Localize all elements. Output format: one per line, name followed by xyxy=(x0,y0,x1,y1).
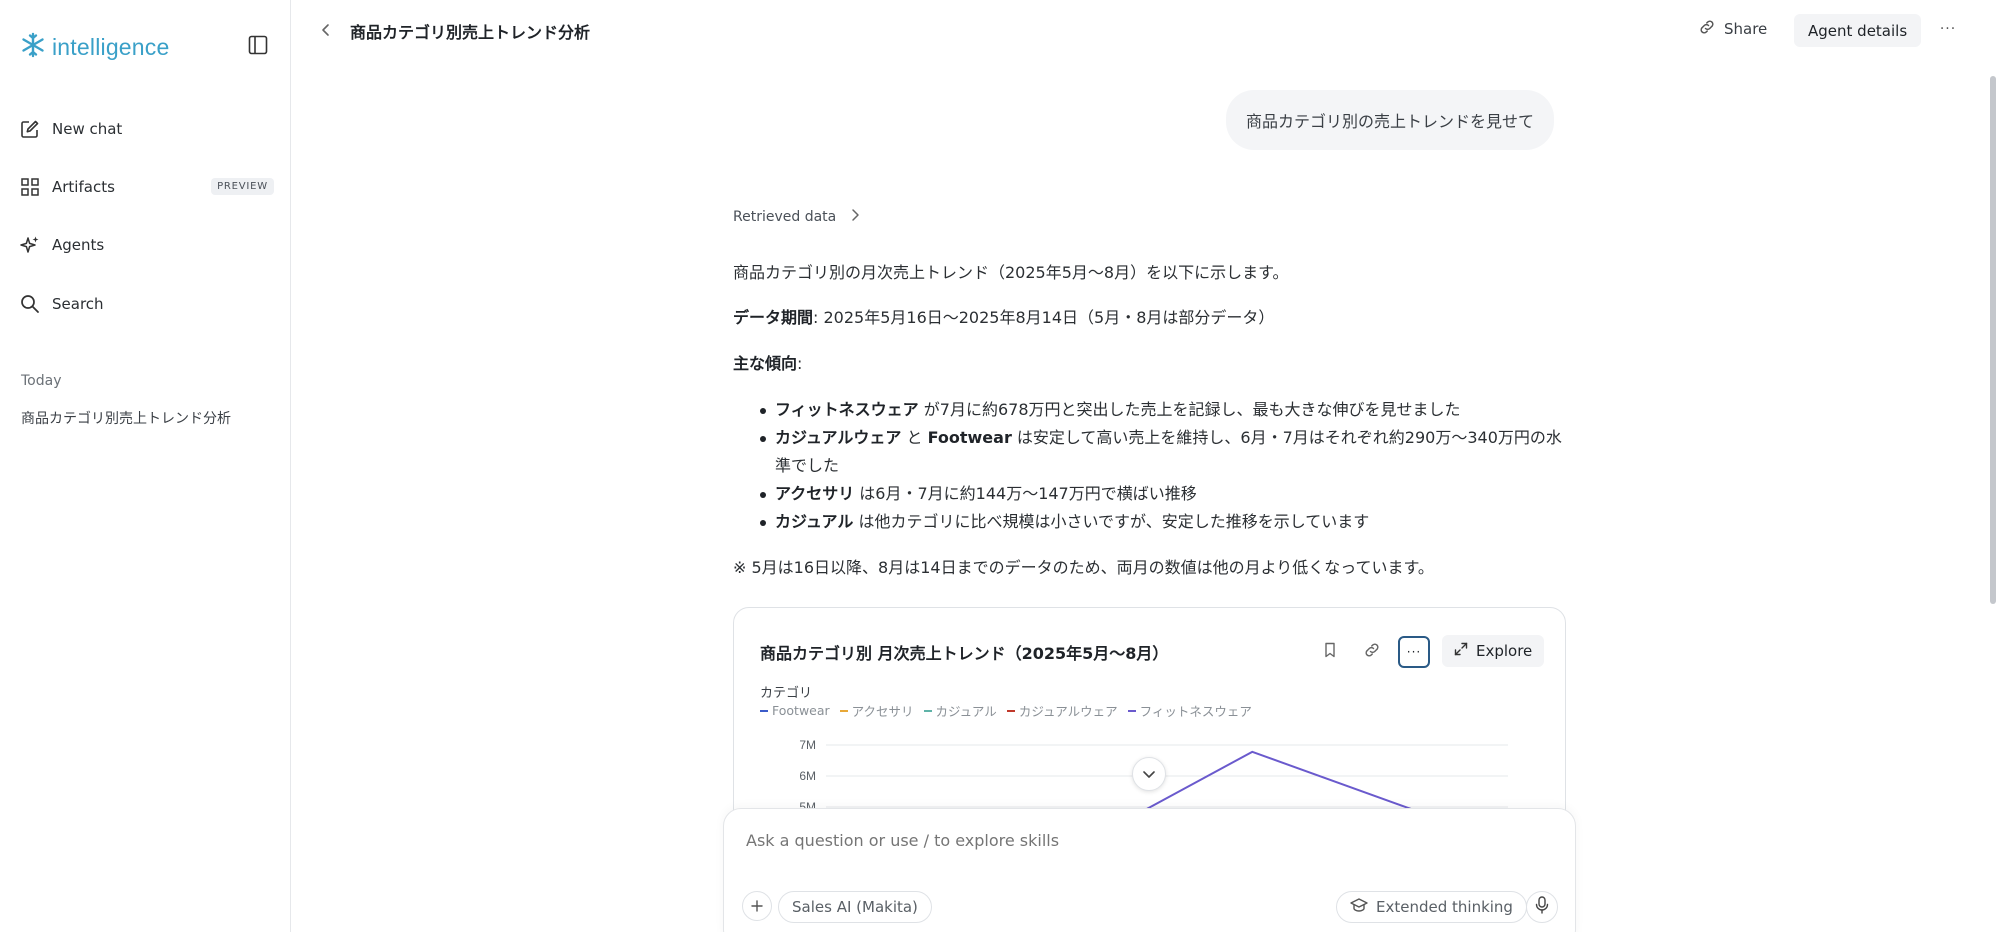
legend-swatch xyxy=(923,709,932,712)
list-item: カジュアル は他カテゴリに比べ規模は小さいですが、安定した推移を示しています xyxy=(760,508,1566,536)
period-value: : 2025年5月16日〜2025年8月14日（5月・8月は部分データ） xyxy=(813,308,1275,327)
chevron-left-icon xyxy=(318,24,334,44)
link-icon xyxy=(1698,18,1716,40)
edit-icon xyxy=(20,119,40,139)
extended-thinking-label: Extended thinking xyxy=(1376,898,1513,916)
legend-title: カテゴリ xyxy=(760,686,813,701)
period-label: データ期間 xyxy=(733,308,814,327)
legend-swatch xyxy=(1127,709,1136,712)
legend-label: Footwear xyxy=(772,703,830,718)
response-intro: 商品カテゴリ別の月次売上トレンド（2025年5月〜8月）を以下に示します。 xyxy=(733,263,1289,282)
category-name: アクセサリ xyxy=(775,484,855,503)
share-label: Share xyxy=(1724,20,1768,38)
chart-more-button[interactable]: ··· xyxy=(1398,636,1430,668)
chevron-down-icon xyxy=(1142,765,1156,784)
scroll-down-button[interactable] xyxy=(1132,757,1166,791)
retrieved-data-toggle[interactable]: Retrieved data xyxy=(733,208,860,226)
chat-input[interactable] xyxy=(746,831,1546,850)
user-message-bubble: 商品カテゴリ別の売上トレンドを見せて xyxy=(1226,90,1555,150)
graduation-cap-icon xyxy=(1350,897,1368,917)
y-tick-label: 6M xyxy=(799,769,816,783)
section-label-today: Today xyxy=(21,373,62,389)
plus-icon xyxy=(751,897,763,916)
composer: Sales AI (Makita) Extended thinking xyxy=(723,808,1576,932)
trends-suffix: : xyxy=(797,354,803,373)
sidebar-toggle-icon xyxy=(248,35,268,59)
list-item: カジュアルウェア と Footwear は安定して高い売上を維持し、6月・7月は… xyxy=(760,424,1566,480)
category-name: フィットネスウェア xyxy=(775,400,919,419)
agent-details-button[interactable]: Agent details xyxy=(1794,14,1922,47)
share-button[interactable]: Share xyxy=(1698,18,1767,40)
bullet-text: が7月に約678万円と突出した売上を記録し、最も大きな伸びを見せました xyxy=(918,400,1461,419)
legend-swatch xyxy=(760,709,768,712)
history-item[interactable]: 商品カテゴリ別売上トレンド分析 xyxy=(21,408,231,428)
legend-swatch xyxy=(839,709,848,712)
chart-title: 商品カテゴリ別 月次売上トレンド（2025年5月〜8月） xyxy=(760,644,1169,663)
sidebar-item-new-chat[interactable]: New chat xyxy=(20,119,274,139)
page-title: 商品カテゴリ別売上トレンド分析 xyxy=(350,23,591,42)
snowflake-logo-icon xyxy=(20,32,46,62)
bullet-text: は他カテゴリに比べ規模は小さいですが、安定した推移を示しています xyxy=(853,512,1370,531)
sidebar-item-label: Agents xyxy=(52,236,105,254)
bookmark-button[interactable] xyxy=(1314,636,1346,668)
sidebar-item-artifacts[interactable]: Artifacts PREVIEW xyxy=(20,177,274,197)
sidebar-item-agents[interactable]: Agents xyxy=(20,235,274,255)
microphone-icon xyxy=(1535,896,1549,918)
legend-swatch xyxy=(1006,709,1015,712)
explore-label: Explore xyxy=(1476,642,1533,660)
copy-link-button[interactable] xyxy=(1356,636,1388,668)
response-trends-heading: 主な傾向: xyxy=(733,350,1563,378)
sidebar-item-search[interactable]: Search xyxy=(20,294,274,314)
sidebar-item-label: New chat xyxy=(52,120,123,138)
retrieved-data-label: Retrieved data xyxy=(733,209,837,225)
trends-label: 主な傾向 xyxy=(733,354,798,373)
sidebar-item-label: Search xyxy=(52,295,104,313)
expand-icon xyxy=(1454,642,1468,660)
sidebar-toggle-button[interactable] xyxy=(244,34,272,60)
logo[interactable]: intelligence xyxy=(20,32,169,62)
chevron-right-icon xyxy=(850,208,860,226)
scrollbar[interactable] xyxy=(1990,76,1996,604)
bullet-text: は6月・7月に約144万〜147万円で横ばい推移 xyxy=(854,484,1197,503)
microphone-button[interactable] xyxy=(1526,891,1558,923)
agent-selector-pill[interactable]: Sales AI (Makita) xyxy=(778,891,932,923)
y-tick-label: 7M xyxy=(799,738,816,752)
response-note: ※ 5月は16日以降、8月は14日までのデータのため、両月の数値は他の月より低く… xyxy=(733,558,1434,577)
category-name: カジュアルウェア xyxy=(775,428,902,447)
list-item: アクセサリ は6月・7月に約144万〜147万円で横ばい推移 xyxy=(760,480,1566,508)
sparkle-icon xyxy=(20,235,40,255)
link-icon xyxy=(1363,641,1381,663)
grid-icon xyxy=(20,177,40,197)
extended-thinking-toggle[interactable]: Extended thinking xyxy=(1336,891,1527,923)
sidebar-item-label: Artifacts xyxy=(52,178,115,196)
search-icon xyxy=(20,294,40,314)
list-item: フィットネスウェア が7月に約678万円と突出した売上を記録し、最も大きな伸びを… xyxy=(760,396,1566,424)
more-options-button[interactable]: ··· xyxy=(1936,16,1960,42)
category-name: カジュアル xyxy=(775,512,854,531)
bullet-conjunction: と xyxy=(901,428,928,447)
explore-button[interactable]: Explore xyxy=(1442,635,1545,667)
back-button[interactable] xyxy=(318,20,334,40)
preview-badge: PREVIEW xyxy=(211,178,274,195)
bookmark-icon xyxy=(1323,642,1337,662)
logo-text: intelligence xyxy=(52,33,170,60)
response-period: データ期間: 2025年5月16日〜2025年8月14日（5月・8月は部分データ… xyxy=(733,304,1563,332)
trend-list: フィットネスウェア が7月に約678万円と突出した売上を記録し、最も大きな伸びを… xyxy=(760,396,1566,536)
sidebar: intelligence New chat Artifacts PREVIEW … xyxy=(0,0,291,932)
category-name: Footwear xyxy=(927,428,1012,447)
add-attachment-button[interactable] xyxy=(742,891,772,921)
